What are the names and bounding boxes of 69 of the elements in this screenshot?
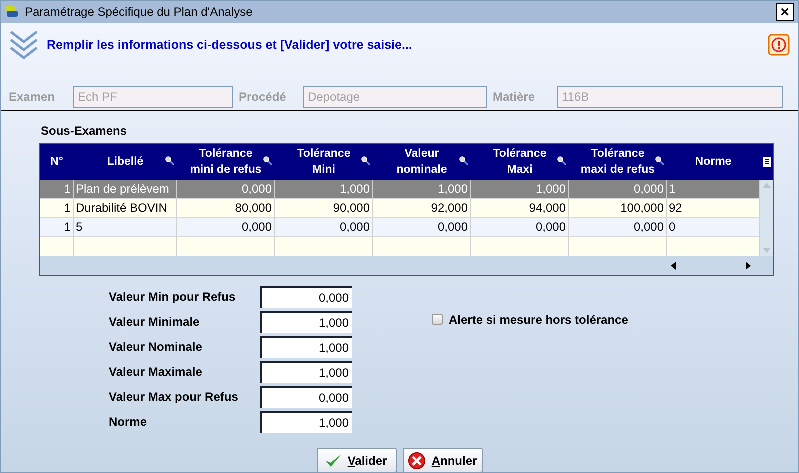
field-label: Norme bbox=[109, 414, 148, 431]
scroll-left-icon[interactable] bbox=[671, 262, 676, 270]
instruction-text: Remplir les informations ci-dessous et [Valider] votre saisie... bbox=[47, 36, 414, 54]
search-icon[interactable] bbox=[263, 156, 273, 166]
table-cell: 0,000 bbox=[569, 218, 667, 236]
input-field[interactable]: 0,000 bbox=[260, 286, 352, 308]
table-cell: 5 bbox=[74, 218, 177, 236]
checkbox-label: Alerte si mesure hors tolérance bbox=[449, 312, 628, 329]
column-header[interactable]: N° bbox=[40, 144, 74, 180]
cancel-icon bbox=[408, 452, 426, 470]
field-label: Examen bbox=[9, 89, 56, 106]
column-header[interactable]: Norme bbox=[667, 144, 760, 180]
table-cell: 0,000 bbox=[177, 218, 275, 236]
input-field[interactable]: 0,000 bbox=[260, 386, 352, 408]
column-header[interactable]: Tolérance Mini bbox=[275, 144, 373, 180]
field-label: Valeur Max pour Refus bbox=[109, 389, 240, 406]
table-cell: 80,000 bbox=[177, 199, 275, 217]
table-cell: 0,000 bbox=[275, 218, 373, 236]
table-cell: 0,000 bbox=[373, 218, 471, 236]
column-header[interactable]: Tolérance maxi de refus bbox=[569, 144, 667, 180]
table-cell: 1 bbox=[40, 180, 74, 198]
section-title: Sous-Examens bbox=[41, 124, 128, 138]
column-header[interactable]: Libellé bbox=[74, 144, 177, 180]
cancel-button[interactable]: Annuler bbox=[402, 448, 482, 472]
field-label: Valeur Min pour Refus bbox=[109, 289, 237, 306]
info-icon[interactable] bbox=[768, 34, 790, 56]
column-header[interactable]: Tolérance mini de refus bbox=[177, 144, 275, 180]
table-cell: 1 bbox=[40, 218, 74, 236]
search-icon[interactable] bbox=[361, 156, 371, 166]
input-field[interactable]: 1,000 bbox=[260, 311, 352, 333]
input-field[interactable]: 1,000 bbox=[260, 361, 352, 383]
table-cell: 90,000 bbox=[275, 199, 373, 217]
validate-button[interactable]: Valider bbox=[316, 448, 396, 472]
table-cell: 1,000 bbox=[471, 180, 569, 198]
field-label: Valeur Nominale bbox=[109, 339, 204, 356]
table-cell: 1,000 bbox=[373, 180, 471, 198]
table-cell: 94,000 bbox=[471, 199, 569, 217]
table-cell: 0,000 bbox=[569, 180, 667, 198]
close-button[interactable]: × bbox=[776, 3, 794, 21]
field-label: Matière bbox=[493, 89, 536, 106]
table-cell: 0,000 bbox=[471, 218, 569, 236]
search-icon[interactable] bbox=[655, 156, 665, 166]
table-row[interactable]: 1 Plan de prélèvem 0,000 1,000 1,000 1,000 0,000 1 bbox=[40, 180, 760, 199]
checkmark-icon bbox=[326, 454, 342, 467]
search-icon[interactable] bbox=[459, 156, 469, 166]
input-field[interactable]: 1,000 bbox=[260, 411, 352, 433]
search-icon[interactable] bbox=[557, 156, 567, 166]
field-label: Valeur Minimale bbox=[109, 314, 201, 331]
table-cell: 100,000 bbox=[569, 199, 667, 217]
field-label: Valeur Maximale bbox=[109, 364, 204, 381]
input-field[interactable]: 1,000 bbox=[260, 336, 352, 358]
table-cell: 1 bbox=[40, 199, 74, 217]
column-header[interactable]: Valeur nominale bbox=[373, 144, 471, 180]
scroll-right-icon[interactable] bbox=[746, 262, 751, 270]
field-label: Procédé bbox=[239, 89, 288, 106]
table-cell: 0,000 bbox=[177, 180, 275, 198]
app-icon bbox=[5, 5, 21, 19]
window-title: Paramétrage Spécifique du Plan d'Analyse bbox=[25, 4, 254, 21]
table-row[interactable]: 1 5 0,000 0,000 0,000 0,000 0,000 0 bbox=[40, 218, 760, 237]
table-cell: Plan de prélèvem bbox=[74, 180, 177, 198]
column-chooser-icon[interactable] bbox=[762, 156, 772, 168]
checkbox[interactable] bbox=[432, 314, 443, 325]
column-header[interactable]: Tolérance Maxi bbox=[471, 144, 569, 180]
table-cell: Durabilité BOVIN bbox=[74, 199, 177, 217]
search-icon[interactable] bbox=[165, 156, 175, 166]
table-cell: 1,000 bbox=[275, 180, 373, 198]
table-cell: 92,000 bbox=[373, 199, 471, 217]
chevron-icon bbox=[9, 28, 39, 62]
table-row[interactable]: 1 Durabilité BOVIN 80,000 90,000 92,000 94,000 100,000 92 bbox=[40, 199, 760, 218]
